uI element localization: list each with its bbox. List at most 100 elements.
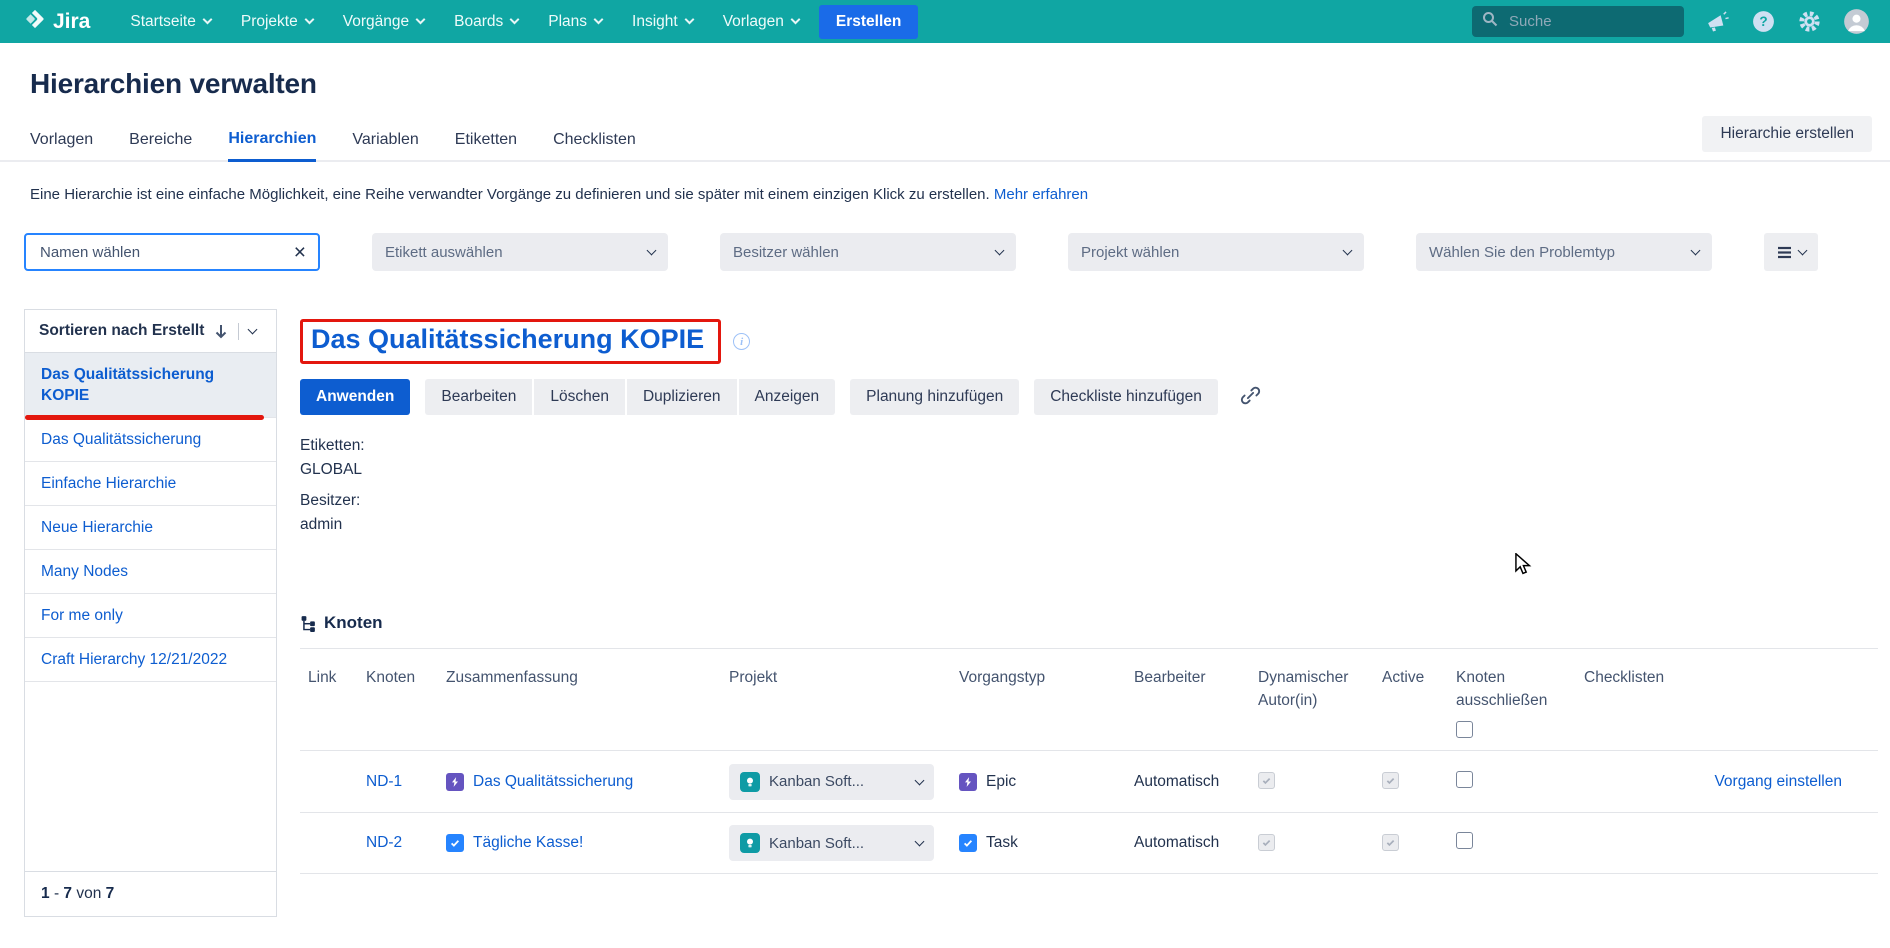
col-zusammenfassung: Zusammenfassung (446, 666, 729, 689)
add-checklist-button[interactable]: Checkliste hinzufügen (1034, 379, 1218, 415)
label-select[interactable]: Etikett auswählen (372, 233, 668, 271)
owner-value: admin (300, 513, 1890, 537)
detail-title-row: Das Qualitätssicherung KOPIE i (300, 319, 1890, 364)
clear-icon[interactable]: × (294, 242, 306, 263)
node-row: ND-2 Tägliche Kasse! Kanban Soft... Task (300, 812, 1878, 874)
task-icon (959, 834, 977, 852)
project-dropdown[interactable]: Kanban Soft... (729, 825, 934, 861)
chevron-down-icon (202, 15, 212, 25)
view-options-button[interactable] (1764, 233, 1818, 271)
sort-header[interactable]: Sortieren nach Erstellt (25, 310, 276, 353)
show-button[interactable]: Anzeigen (739, 379, 836, 415)
tab-vorlagen[interactable]: Vorlagen (30, 131, 93, 160)
top-navbar: Jira Startseite Projekte Vorgänge Boards… (0, 0, 1890, 43)
nav-item-projekte[interactable]: Projekte (241, 13, 313, 31)
hierarchy-item-selected[interactable]: Das Qualitätssicherung KOPIE (25, 353, 276, 418)
apply-button[interactable]: Anwenden (300, 379, 410, 415)
hierarchy-item[interactable]: For me only (25, 594, 276, 638)
hierarchy-meta: Etiketten: GLOBAL Besitzer: admin (300, 434, 1890, 537)
nodes-section-title: Knoten (300, 613, 1878, 633)
exclude-node-checkbox[interactable] (1456, 832, 1473, 849)
exclude-all-checkbox[interactable] (1456, 721, 1473, 738)
summary-cell: Das Qualitätssicherung (446, 773, 729, 791)
name-filter-input[interactable] (38, 243, 286, 262)
col-checklisten: Checklisten (1584, 666, 1878, 689)
tab-variablen[interactable]: Variablen (352, 131, 418, 160)
duplicate-button[interactable]: Duplizieren (627, 379, 737, 415)
help-icon[interactable]: ? (1751, 9, 1776, 34)
chevron-down-icon (915, 837, 925, 847)
labels-value: GLOBAL (300, 458, 1890, 482)
project-dropdown[interactable]: Kanban Soft... (729, 764, 934, 800)
chevron-down-icon (510, 15, 520, 25)
chevron-down-icon (995, 246, 1005, 256)
nav-item-plans[interactable]: Plans (548, 13, 602, 31)
tab-etiketten[interactable]: Etiketten (455, 131, 517, 160)
issuetype-select[interactable]: Wählen Sie den Problemtyp (1416, 233, 1712, 271)
chevron-down-icon (1797, 246, 1807, 256)
hierarchy-item[interactable]: Craft Hierarchy 12/21/2022 (25, 638, 276, 682)
search-icon (1482, 11, 1498, 32)
main-nav: Startseite Projekte Vorgänge Boards Plan… (130, 13, 799, 31)
nodes-section: Knoten Link Knoten Zusammenfassung Proje… (300, 613, 1890, 874)
hierarchy-item[interactable]: Das Qualitätssicherung (25, 418, 276, 462)
tab-checklisten[interactable]: Checklisten (553, 131, 636, 160)
summary-cell: Tägliche Kasse! (446, 834, 729, 852)
nav-item-vorgaenge[interactable]: Vorgänge (343, 13, 424, 31)
hierarchy-tree-icon (300, 615, 317, 632)
nav-item-vorlagen[interactable]: Vorlagen (723, 13, 799, 31)
create-button[interactable]: Erstellen (819, 5, 918, 39)
filter-bar: × Etikett auswählen Besitzer wählen Proj… (24, 233, 1890, 271)
detail-actions: Anwenden Bearbeiten Löschen Duplizieren … (300, 379, 1890, 415)
add-plan-button[interactable]: Planung hinzufügen (850, 379, 1019, 415)
checklist-cell: Vorgang einstellen (1584, 773, 1878, 791)
pagination: 1 - 7 von 7 (25, 871, 276, 916)
divider (238, 323, 239, 340)
tab-hierarchien[interactable]: Hierarchien (228, 130, 316, 162)
nav-item-insight[interactable]: Insight (632, 13, 693, 31)
hierarchy-item[interactable]: Einfache Hierarchie (25, 462, 276, 506)
search-input[interactable] (1507, 12, 1674, 31)
hamburger-icon (1777, 246, 1792, 259)
global-search[interactable] (1472, 6, 1684, 37)
settings-gear-icon[interactable] (1797, 9, 1822, 34)
learn-more-link[interactable]: Mehr erfahren (994, 186, 1088, 203)
nav-item-startseite[interactable]: Startseite (130, 13, 210, 31)
chevron-down-icon (915, 775, 925, 785)
copy-link-button[interactable] (1235, 380, 1266, 414)
announcement-icon[interactable] (1705, 9, 1730, 34)
col-knoten: Knoten (366, 666, 446, 689)
hierarchy-item[interactable]: Many Nodes (25, 550, 276, 594)
col-vorgangstyp: Vorgangstyp (959, 666, 1134, 689)
info-icon[interactable]: i (733, 333, 750, 350)
jira-logo[interactable]: Jira (24, 8, 90, 36)
dynamic-author-checkbox (1258, 834, 1275, 851)
col-bearbeiter: Bearbeiter (1134, 666, 1258, 689)
summary-link[interactable]: Tägliche Kasse! (473, 834, 583, 852)
summary-link[interactable]: Das Qualitätssicherung (473, 773, 633, 791)
epic-icon (959, 773, 977, 791)
link-icon (1240, 385, 1261, 406)
nodes-table-header: Link Knoten Zusammenfassung Projekt Vorg… (300, 649, 1878, 750)
create-hierarchy-button[interactable]: Hierarchie erstellen (1702, 116, 1872, 152)
delete-button[interactable]: Löschen (534, 379, 625, 415)
hierarchy-item[interactable]: Neue Hierarchie (25, 506, 276, 550)
edit-button[interactable]: Bearbeiten (425, 379, 532, 415)
project-select[interactable]: Projekt wählen (1068, 233, 1364, 271)
tab-bar: Vorlagen Bereiche Hierarchien Variablen … (0, 130, 1890, 162)
chevron-down-icon[interactable] (248, 325, 258, 335)
tab-bereiche[interactable]: Bereiche (129, 131, 192, 160)
chevron-down-icon (684, 15, 694, 25)
col-active: Active (1382, 666, 1456, 689)
page-description: Eine Hierarchie ist eine einfache Möglic… (30, 186, 1860, 203)
hierarchy-list: Das Qualitätssicherung KOPIE Das Qualitä… (25, 353, 276, 682)
chevron-down-icon (1691, 246, 1701, 256)
annotation-red-box: Das Qualitätssicherung KOPIE (300, 319, 721, 364)
exclude-node-checkbox[interactable] (1456, 771, 1473, 788)
user-avatar[interactable] (1843, 8, 1870, 35)
node-key: ND-1 (366, 773, 446, 791)
edit-button-group: Bearbeiten Löschen Duplizieren Anzeigen (425, 379, 835, 415)
nav-item-boards[interactable]: Boards (454, 13, 518, 31)
set-issue-link[interactable]: Vorgang einstellen (1714, 773, 1842, 790)
owner-select[interactable]: Besitzer wählen (720, 233, 1016, 271)
